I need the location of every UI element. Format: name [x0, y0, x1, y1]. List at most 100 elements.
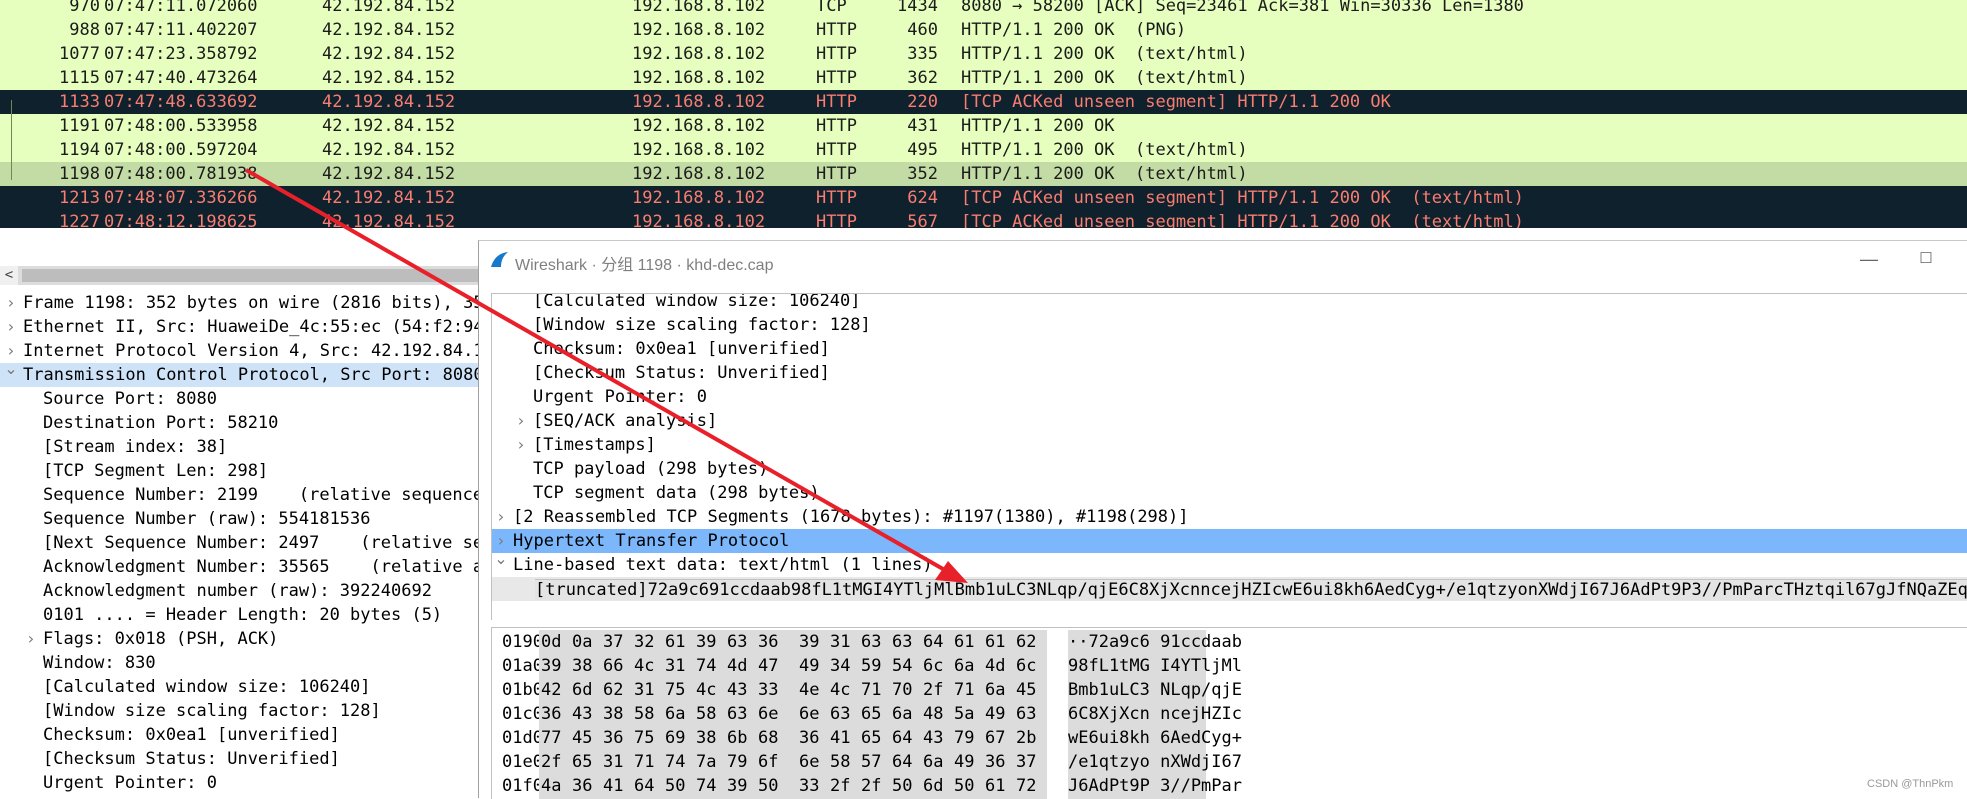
hex-byte: 6c	[1016, 656, 1037, 676]
hex-byte: 77	[541, 728, 562, 748]
packet-list-scrollbar[interactable]: <	[0, 266, 480, 285]
tree-row[interactable]: › Ethernet II, Src: HuaweiDe_4c:55:ec (54…	[0, 315, 480, 339]
tree-row[interactable]: TCP payload (298 bytes)	[492, 457, 1967, 481]
tree-row[interactable]: ⌄ Line-based text data: text/html (1 line…	[492, 549, 1967, 577]
tree-row[interactable]: Urgent Pointer: 0	[492, 385, 1967, 409]
hex-byte: 41	[603, 776, 624, 796]
chevron-down-icon[interactable]: ⌄	[494, 547, 508, 571]
tree-row[interactable]: › Internet Protocol Version 4, Src: 42.19…	[0, 339, 480, 363]
tree-row[interactable]: Source Port: 8080	[0, 387, 480, 411]
hex-byte: 31	[830, 632, 851, 652]
packet-row[interactable]: 988 07:47:11.402207 42.192.84.152 192.168.8…	[0, 18, 1967, 42]
hex-byte: 6e	[799, 704, 820, 724]
tree-row[interactable]: [Window size scaling factor: 128]	[492, 313, 1967, 337]
chevron-right-icon[interactable]: ›	[24, 627, 38, 651]
packet-info: HTTP/1.1 200 OK (text/html)	[961, 140, 1248, 160]
hex-byte: 71	[634, 752, 655, 772]
tree-row[interactable]: Checksum: 0x0ea1 [unverified]	[492, 337, 1967, 361]
tree-row[interactable]: Sequence Number (raw): 554181536	[0, 507, 480, 531]
hex-ascii-text: J6AdPt9P 3//PmPar	[1068, 776, 1242, 796]
packet-info: 8080 → 58200 [ACK] Seq=23461 Ack=381 Win…	[961, 0, 1524, 16]
hex-byte: 54	[892, 656, 913, 676]
tree-row[interactable]: Acknowledgment number (raw): 392240692	[0, 579, 480, 603]
hex-byte: 38	[603, 704, 624, 724]
hex-row[interactable]: 01c0 36 43 38 58 6a 58 63 6e 6e 63 65 6a 48 5a 49 63 6C8X…	[492, 702, 1967, 726]
hex-row[interactable]: 0190 0d 0a 37 32 61 39 63 36 39 31 63 63 64 61 61 62 ··72…	[492, 630, 1967, 654]
chevron-right-icon[interactable]: ›	[494, 505, 508, 529]
scroll-left-icon[interactable]: <	[0, 266, 18, 285]
packet-row[interactable]: 970 07:47:11.072060 42.192.84.152 192.168.8…	[0, 0, 1967, 18]
packet-details-pane[interactable]: › Frame 1198: 352 bytes on wire (2816 bit…	[0, 292, 480, 797]
hex-row[interactable]: 01e0 2f 65 31 71 74 7a 79 6f 6e 58 57 64 6a 49 36 37/e1q…	[492, 750, 1967, 774]
tree-row[interactable]: [Window size scaling factor: 128]	[0, 699, 480, 723]
tree-row[interactable]: [Calculated window size: 106240]	[0, 675, 480, 699]
hex-offset: 01d0	[502, 728, 543, 748]
payload-row[interactable]: [truncated]72a9c691ccdaab98fL1tMGI4YTljM…	[492, 577, 1967, 601]
related-packet-indicator	[11, 100, 12, 180]
minimize-button[interactable]: —	[1854, 245, 1884, 273]
tree-row[interactable]: › Frame 1198: 352 bytes on wire (2816 bit…	[0, 292, 480, 315]
packet-info: HTTP/1.1 200 OK	[961, 116, 1115, 136]
chevron-right-icon[interactable]: ›	[4, 292, 18, 315]
chevron-right-icon[interactable]: ›	[514, 433, 528, 457]
maximize-button[interactable]: ☐	[1911, 245, 1941, 273]
tree-row[interactable]: [Calculated window size: 106240]	[492, 294, 1967, 313]
hex-bytes: 36 43 38 58 6a 58 63 6e 6e 63 65 6a 48 5a 49 63	[539, 702, 1047, 726]
tree-row[interactable]: Acknowledgment Number: 35565 (relative a	[0, 555, 480, 579]
tree-row-label: Urgent Pointer: 0	[43, 773, 217, 793]
tree-row[interactable]: › [Timestamps]	[492, 433, 1967, 457]
packet-row[interactable]: 1213 07:48:07.336266 42.192.84.152 192.168.…	[0, 186, 1967, 210]
tree-row[interactable]: [Stream index: 38]	[0, 435, 480, 459]
tree-row[interactable]: [Next Sequence Number: 2497 (relative se	[0, 531, 480, 555]
tree-row[interactable]: ⌄ Transmission Control Protocol, Src Port…	[0, 359, 480, 387]
chevron-down-icon[interactable]: ⌄	[4, 357, 18, 381]
hex-byte: 2b	[1016, 728, 1037, 748]
tree-row[interactable]: 0101 .... = Header Length: 20 bytes (5)	[0, 603, 480, 627]
packet-row[interactable]: 1198 07:48:00.781938 42.192.84.152 192.168.…	[0, 162, 1967, 186]
hex-byte: 65	[861, 728, 882, 748]
packet-row[interactable]: 1133 07:47:48.633692 42.192.84.152 192.168.…	[0, 90, 1967, 114]
tree-row[interactable]: Sequence Number: 2199 (relative sequence	[0, 483, 480, 507]
tree-row[interactable]: › [SEQ/ACK analysis]	[492, 409, 1967, 433]
hex-byte: 0d	[541, 632, 562, 652]
tree-row-label: [Stream index: 38]	[43, 437, 228, 457]
packet-row[interactable]: 1194 07:48:00.597204 42.192.84.152 192.168.…	[0, 138, 1967, 162]
packet-no: 1213	[59, 188, 100, 208]
packet-info: [TCP ACKed unseen segment] HTTP/1.1 200 …	[961, 188, 1524, 208]
hex-byte: 66	[603, 656, 624, 676]
hex-row[interactable]: 01a0 39 38 66 4c 31 74 4d 47 49 34 59 54 6c 6a 4d 6c 98fL…	[492, 654, 1967, 678]
window-titlebar[interactable]: Wireshark · 分组 1198 · khd-dec.cap — ☐	[479, 241, 1967, 279]
hex-dump-pane[interactable]: 0190 0d 0a 37 32 61 39 63 36 39 31 63 63 64 61 61 62 ··72…	[491, 627, 1967, 799]
packet-source: 42.192.84.152	[322, 44, 456, 64]
tree-row[interactable]: Destination Port: 58210	[0, 411, 480, 435]
tree-row[interactable]: TCP segment data (298 bytes)	[492, 481, 1967, 505]
hex-byte: 63	[830, 704, 851, 724]
tree-row[interactable]: [Checksum Status: Unverified]	[492, 361, 1967, 385]
packet-no: 970	[69, 0, 100, 16]
packet-row[interactable]: 1115 07:47:40.473264 42.192.84.152 192.168.…	[0, 66, 1967, 90]
hex-byte: 4d	[727, 656, 748, 676]
tree-row[interactable]: › [2 Reassembled TCP Segments (1678 bytes…	[492, 505, 1967, 529]
packet-row[interactable]: 1077 07:47:23.358792 42.192.84.152 192.168.…	[0, 42, 1967, 66]
tree-row[interactable]: Urgent Pointer: 0	[0, 771, 480, 795]
tree-row[interactable]: [TCP Segment Len: 298]	[0, 459, 480, 483]
packet-row[interactable]: 1191 07:48:00.533958 42.192.84.152 192.168.…	[0, 114, 1967, 138]
hex-row[interactable]: 01f0 4a 36 41 64 50 74 39 50 33 2f 2f 50 6d 50 61 72 J6Ad…	[492, 774, 1967, 798]
tree-row[interactable]: Window: 830	[0, 651, 480, 675]
hex-byte: 42	[541, 680, 562, 700]
packet-row[interactable]: 1227 07:48:12.198625 42.192.84.152 192.168.…	[0, 210, 1967, 228]
packet-list[interactable]: 970 07:47:11.072060 42.192.84.152 192.168.8…	[0, 0, 1967, 228]
packet-no: 1133	[59, 92, 100, 112]
hex-row[interactable]: 01d0 77 45 36 75 69 38 6b 68 36 41 65 64 43 79 67 2b wE6u…	[492, 726, 1967, 750]
chevron-right-icon[interactable]: ›	[514, 409, 528, 433]
tree-row[interactable]: › Hypertext Transfer Protocol	[492, 529, 1967, 553]
packet-window[interactable]: Wireshark · 分组 1198 · khd-dec.cap — ☐ [C…	[478, 240, 1967, 799]
hex-row[interactable]: 01b0 42 6d 62 31 75 4c 43 33 4e 4c 71 70 2f 71 6a 45 Bmb1…	[492, 678, 1967, 702]
popup-details-tree[interactable]: [Calculated window size: 106240] [Window …	[491, 293, 1967, 620]
tree-row[interactable]: Checksum: 0x0ea1 [unverified]	[0, 723, 480, 747]
tree-row[interactable]: › Flags: 0x018 (PSH, ACK)	[0, 627, 480, 651]
chevron-right-icon[interactable]: ›	[4, 315, 18, 339]
tree-row[interactable]: [Checksum Status: Unverified]	[0, 747, 480, 771]
packet-source: 42.192.84.152	[322, 20, 456, 40]
scrollbar-thumb[interactable]	[22, 269, 480, 282]
